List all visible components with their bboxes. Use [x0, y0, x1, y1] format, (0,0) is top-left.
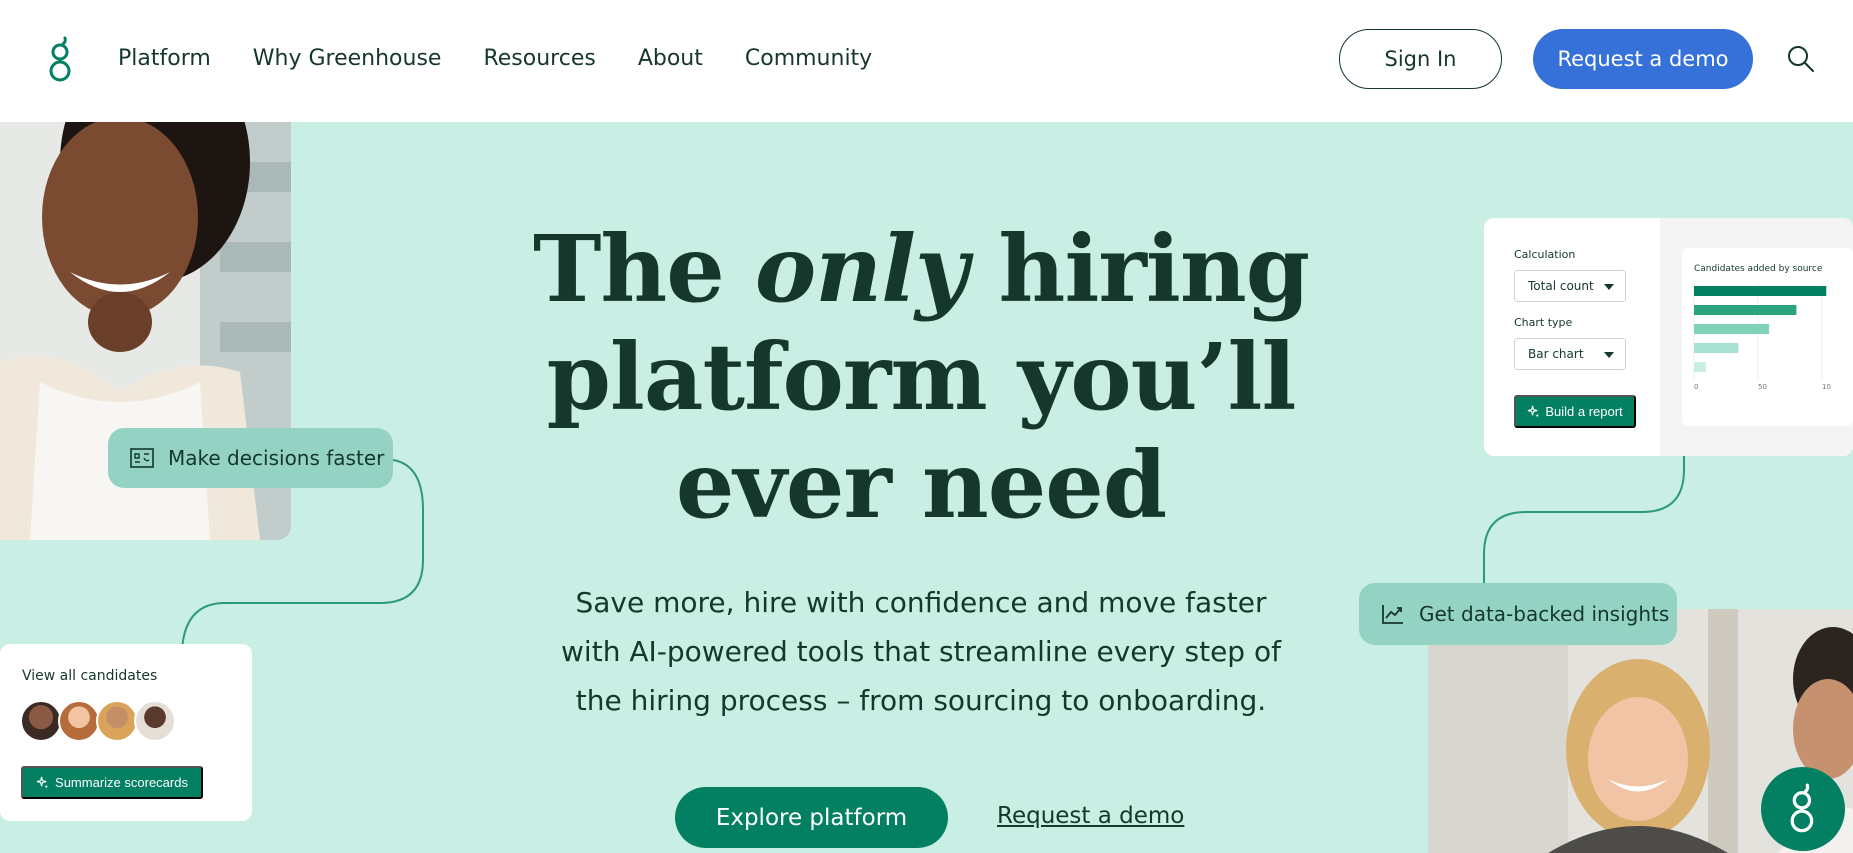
- chart-bar: [1694, 324, 1770, 334]
- avatar[interactable]: [96, 700, 138, 742]
- data-insights-pill: Get data-backed insights: [1359, 583, 1677, 645]
- calculation-value: Total count: [1528, 279, 1594, 293]
- hero-title-pre: The: [532, 215, 755, 323]
- request-demo-link[interactable]: Request a demo: [997, 803, 1184, 829]
- sparkle-icon: [1528, 405, 1540, 418]
- calculation-select[interactable]: Total count: [1514, 270, 1626, 302]
- report-builder-card: Calculation Total count Chart type Bar c…: [1484, 218, 1853, 456]
- chart-bar: [1694, 343, 1739, 353]
- avatar[interactable]: [134, 700, 176, 742]
- chart-bar: [1694, 305, 1797, 315]
- build-report-label: Build a report: [1545, 404, 1623, 419]
- chart-preview-panel: Candidates added by source 0 50 10: [1660, 218, 1853, 456]
- candidates-card: View all candidates Summarize scorecards: [0, 644, 252, 821]
- chart-type-select[interactable]: Bar chart: [1514, 338, 1626, 370]
- chart-bar: [1694, 362, 1706, 372]
- nav-community[interactable]: Community: [745, 46, 872, 71]
- compare-icon: [130, 448, 154, 468]
- sparkle-icon: [36, 776, 49, 789]
- nav-resources[interactable]: Resources: [483, 46, 595, 71]
- chat-launcher-button[interactable]: [1761, 767, 1845, 851]
- bar-chart: 0 50 10: [1693, 282, 1831, 391]
- nav-why-greenhouse[interactable]: Why Greenhouse: [253, 46, 442, 71]
- trend-chart-icon: [1382, 605, 1403, 624]
- avatar[interactable]: [58, 700, 100, 742]
- summarize-scorecards-button[interactable]: Summarize scorecards: [21, 766, 203, 799]
- main-nav: Platform Why Greenhouse Resources About …: [118, 0, 872, 116]
- calculation-label: Calculation: [1514, 248, 1576, 261]
- hero-title-emphasis: only: [754, 215, 969, 323]
- greenhouse-chat-icon: [1790, 783, 1814, 833]
- x-tick-label: 50: [1758, 383, 1767, 391]
- chart-type-value: Bar chart: [1528, 347, 1584, 361]
- hero-subtitle: Save more, hire with confidence and move…: [561, 586, 1281, 717]
- candidate-avatars: [20, 700, 176, 742]
- avatar[interactable]: [20, 700, 62, 742]
- greenhouse-logo-icon[interactable]: [48, 36, 74, 84]
- sign-in-button[interactable]: Sign In: [1339, 29, 1502, 89]
- x-tick-label: 10: [1822, 383, 1831, 391]
- build-report-button[interactable]: Build a report: [1514, 395, 1636, 428]
- request-demo-button[interactable]: Request a demo: [1533, 29, 1753, 89]
- chart-type-label: Chart type: [1514, 316, 1573, 329]
- chevron-down-icon: [1604, 352, 1614, 358]
- nav-about[interactable]: About: [638, 46, 703, 71]
- nav-platform[interactable]: Platform: [118, 46, 211, 71]
- view-all-candidates-link[interactable]: View all candidates: [22, 668, 157, 684]
- hero-title: The only hiring platform you’ll ever nee…: [500, 215, 1342, 539]
- chart-preview: Candidates added by source 0 50 10: [1682, 248, 1853, 426]
- make-decisions-pill: Make decisions faster: [108, 428, 393, 488]
- chart-bar: [1694, 286, 1827, 296]
- search-icon[interactable]: [1786, 44, 1816, 74]
- make-decisions-label: Make decisions faster: [168, 446, 385, 470]
- site-header: Platform Why Greenhouse Resources About …: [0, 0, 1853, 122]
- x-tick-label: 0: [1694, 383, 1698, 391]
- explore-platform-button[interactable]: Explore platform: [675, 787, 948, 848]
- data-insights-label: Get data-backed insights: [1419, 602, 1670, 626]
- summarize-label: Summarize scorecards: [55, 775, 188, 790]
- chevron-down-icon: [1604, 284, 1614, 290]
